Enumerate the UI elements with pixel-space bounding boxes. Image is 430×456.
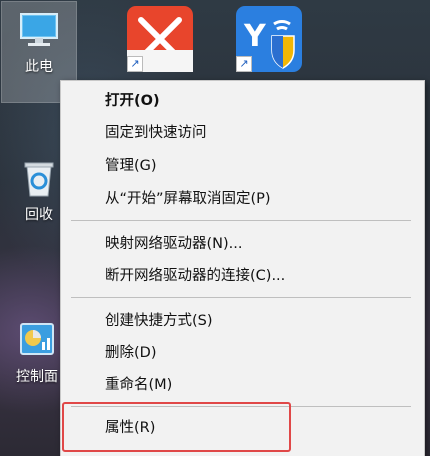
menu-item-manage[interactable]: 管理(G)	[61, 151, 424, 181]
computer-icon	[17, 8, 61, 52]
menu-item-create-shortcut[interactable]: 创建快捷方式(S)	[61, 306, 424, 336]
svg-text:Y: Y	[243, 19, 267, 54]
menu-item-unpin-start[interactable]: 从“开始”屏幕取消固定(P)	[61, 184, 424, 214]
menu-item-map-network-drive[interactable]: 映射网络驱动器(N)...	[61, 229, 424, 259]
menu-item-open[interactable]: 打开(O)	[61, 86, 424, 116]
shortcut-shield-network-app[interactable]: Y ↗	[236, 6, 302, 72]
context-menu: 打开(O) 固定到快速访问 管理(G) 从“开始”屏幕取消固定(P) 映射网络驱…	[60, 80, 425, 456]
properties-highlight-box	[62, 402, 291, 452]
menu-item-pin-quick-access[interactable]: 固定到快速访问	[61, 118, 424, 148]
menu-item-delete[interactable]: 删除(D)	[61, 338, 424, 368]
menu-separator	[71, 220, 411, 221]
shortcut-arrow-icon: ↗	[236, 56, 252, 72]
menu-item-rename[interactable]: 重命名(M)	[61, 370, 424, 400]
control-panel-icon	[15, 318, 59, 362]
shortcut-arrow-icon: ↗	[127, 56, 143, 72]
shortcut-red-x-app[interactable]: ↗	[127, 6, 193, 72]
menu-item-disconnect-network-drive[interactable]: 断开网络驱动器的连接(C)...	[61, 261, 424, 291]
desktop-icon-label: 此电	[25, 59, 53, 75]
menu-separator	[71, 297, 411, 298]
recycle-bin-icon	[17, 156, 61, 200]
